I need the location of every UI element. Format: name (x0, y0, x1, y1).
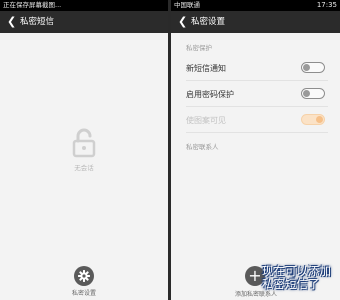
back-arrow-icon[interactable]: ❮ (178, 11, 187, 32)
page-title: 私密设置 (191, 17, 226, 27)
status-bar: 中国联通 17:35 (171, 0, 340, 11)
private-settings-label: 私密设置 (71, 290, 96, 297)
divider (186, 106, 328, 107)
new-sms-notify-label: 新短信通知 (186, 64, 226, 73)
clock: 17:35 (316, 1, 337, 9)
private-sms-screen: 正在保存屏幕截图... ❮ 私密短信 无会话 私密设置 (0, 0, 168, 300)
toggle-knob (303, 64, 310, 71)
carrier-label: 中国联通 (174, 1, 200, 9)
divider (186, 132, 328, 133)
toggle-knob (316, 116, 323, 123)
divider (186, 80, 328, 81)
overlay-caption: 现在可以添加私密短信了 (262, 264, 331, 291)
empty-caption: 无会话 (74, 164, 94, 172)
title-bar: ❮ 私密短信 (0, 11, 168, 33)
pattern-visible-toggle (301, 114, 325, 125)
page-title: 私密短信 (20, 17, 55, 27)
password-protect-label: 启用密码保护 (186, 90, 234, 99)
pattern-visible-label: 使图案可见 (186, 116, 226, 125)
gear-icon[interactable] (74, 266, 94, 286)
section-private-contacts: 私密联系人 (186, 143, 219, 151)
section-privacy-protect: 私密保护 (186, 44, 212, 52)
status-bar: 正在保存屏幕截图... (0, 0, 168, 11)
toggle-knob (303, 90, 310, 97)
password-protect-toggle[interactable] (301, 88, 325, 99)
private-settings-button[interactable]: 私密设置 (0, 266, 168, 297)
lock-open-icon (72, 128, 96, 158)
status-text: 正在保存屏幕截图... (3, 1, 62, 9)
empty-state: 无会话 (0, 128, 168, 172)
new-sms-notify-toggle[interactable] (301, 62, 325, 73)
back-arrow-icon[interactable]: ❮ (7, 11, 16, 32)
private-settings-screen: 中国联通 17:35 ❮ 私密设置 私密保护 新短信通知 启用密码保护 使图案可… (171, 0, 340, 300)
title-bar: ❮ 私密设置 (171, 11, 340, 33)
